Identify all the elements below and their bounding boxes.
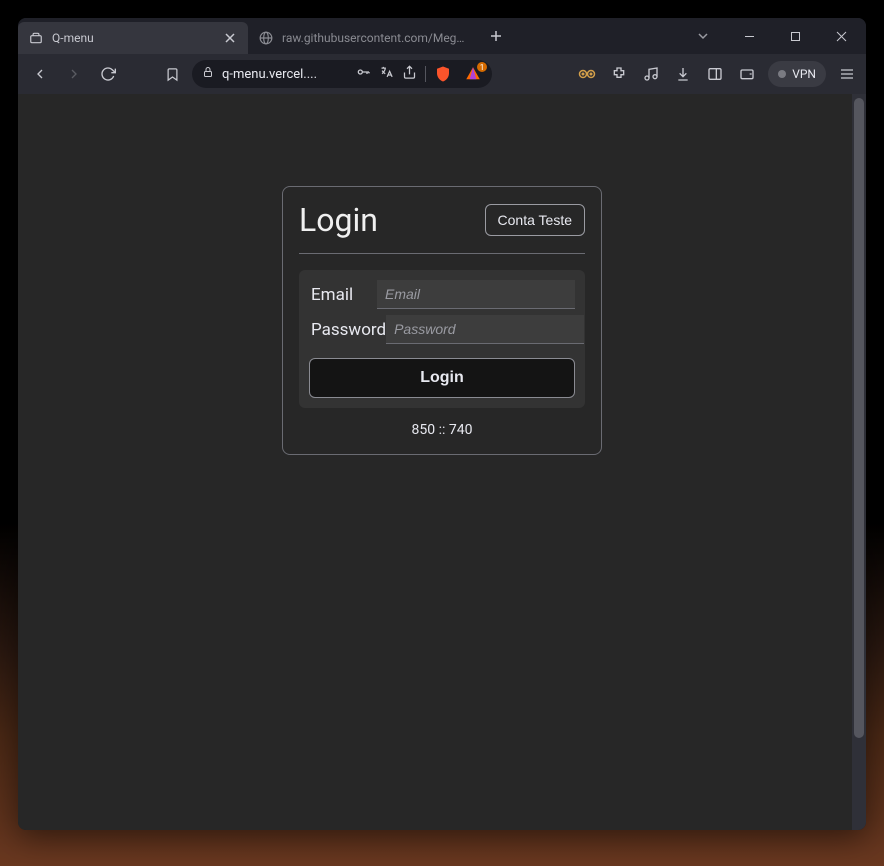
close-icon[interactable]: [222, 30, 238, 46]
brave-shields-icon[interactable]: [434, 65, 452, 83]
back-button[interactable]: [26, 60, 54, 88]
dimensions-text: 850 :: 740: [299, 422, 585, 438]
caret-down-icon[interactable]: [680, 18, 726, 54]
vpn-status-dot: [778, 70, 786, 78]
reload-button[interactable]: [94, 60, 122, 88]
divider: [425, 66, 426, 82]
minimize-button[interactable]: [726, 18, 772, 54]
toolbar: q-menu.vercel.... 1: [18, 54, 866, 94]
tab-active[interactable]: Q-menu: [18, 22, 248, 54]
login-submit-button[interactable]: Login: [309, 358, 575, 398]
scrollbar-track[interactable]: [852, 94, 866, 830]
download-icon[interactable]: [672, 63, 694, 85]
email-row: Email: [309, 280, 575, 309]
wallet-icon[interactable]: [736, 63, 758, 85]
brave-rewards-icon[interactable]: 1: [464, 65, 482, 83]
tab-inactive[interactable]: raw.githubusercontent.com/Megas-M: [248, 22, 478, 54]
scrollbar-thumb[interactable]: [854, 98, 864, 738]
eyes-icon[interactable]: [576, 63, 598, 85]
forward-button[interactable]: [60, 60, 88, 88]
window-controls: [680, 18, 866, 54]
email-label: Email: [309, 285, 377, 305]
maximize-button[interactable]: [772, 18, 818, 54]
translate-icon[interactable]: [379, 65, 394, 84]
browser-window: Q-menu raw.githubusercontent.com/Megas-M: [18, 18, 866, 830]
password-label: Password: [309, 320, 386, 340]
page-content: Login Conta Teste Email Password Login 8…: [18, 94, 866, 830]
titlebar: Q-menu raw.githubusercontent.com/Megas-M: [18, 18, 866, 54]
sidebar-icon[interactable]: [704, 63, 726, 85]
login-header: Login Conta Teste: [299, 201, 585, 254]
password-row: Password: [309, 315, 575, 344]
tabs-area: Q-menu raw.githubusercontent.com/Megas-M: [18, 18, 680, 54]
login-card: Login Conta Teste Email Password Login 8…: [282, 186, 602, 455]
login-form: Email Password Login: [299, 270, 585, 408]
tab-title: Q-menu: [52, 31, 214, 45]
globe-icon: [258, 30, 274, 46]
extensions-icon[interactable]: [608, 63, 630, 85]
tab-title: raw.githubusercontent.com/Megas-M: [282, 31, 468, 45]
rewards-badge: 1: [477, 62, 487, 72]
vpn-label: VPN: [792, 67, 816, 81]
lock-icon: [202, 66, 214, 82]
password-field[interactable]: [386, 315, 584, 344]
new-tab-button[interactable]: [482, 22, 510, 50]
menu-favicon-icon: [28, 30, 44, 46]
url-bar[interactable]: q-menu.vercel.... 1: [192, 60, 492, 88]
toolbar-right-icons: VPN: [576, 61, 858, 87]
vpn-button[interactable]: VPN: [768, 61, 826, 87]
music-icon[interactable]: [640, 63, 662, 85]
key-icon[interactable]: [355, 64, 371, 84]
url-text: q-menu.vercel....: [222, 67, 347, 82]
close-window-button[interactable]: [818, 18, 864, 54]
bookmark-icon[interactable]: [158, 60, 186, 88]
conta-teste-button[interactable]: Conta Teste: [485, 204, 585, 236]
menu-icon[interactable]: [836, 63, 858, 85]
email-field[interactable]: [377, 280, 575, 309]
share-icon[interactable]: [402, 65, 417, 84]
login-title: Login: [299, 201, 378, 239]
